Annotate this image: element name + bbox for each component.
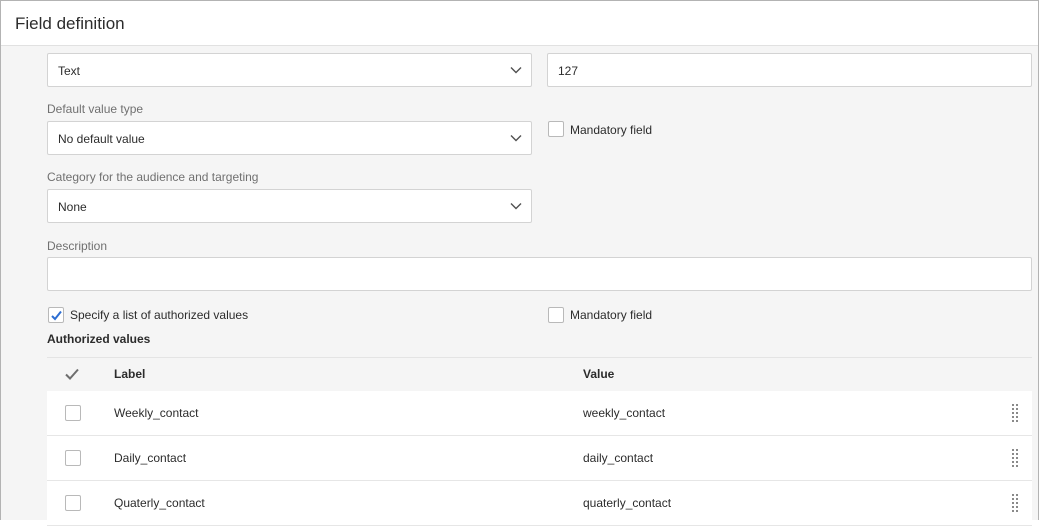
drag-handle-icon[interactable] (1012, 449, 1018, 467)
select-all-checkmark-icon[interactable] (64, 367, 80, 381)
checkmark-icon (51, 310, 62, 321)
chevron-down-icon (510, 67, 522, 74)
category-value: None (58, 200, 87, 214)
row-label: Quaterly_contact (114, 496, 205, 510)
data-type-select[interactable]: Text (47, 53, 532, 87)
row-label: Daily_contact (114, 451, 187, 465)
authorized-values-checkbox[interactable] (48, 307, 64, 323)
authorized-values-title: Authorized values (47, 332, 151, 346)
category-select[interactable]: None (47, 189, 532, 223)
authorized-values-checkbox-label: Specify a list of authorized values (70, 308, 249, 322)
dialog-title: Field definition (15, 14, 125, 33)
row-checkbox[interactable] (65, 450, 81, 466)
table-row[interactable]: Daily_contact daily_contact (47, 436, 1032, 481)
dialog-header: Field definition (1, 1, 1038, 46)
description-label: Description (47, 239, 108, 253)
row-label: Weekly_contact (114, 406, 199, 420)
length-input[interactable]: 127 (547, 53, 1032, 87)
mandatory-field-checkbox[interactable] (548, 121, 564, 137)
mandatory-field-label-2: Mandatory field (570, 308, 653, 322)
row-value: quaterly_contact (583, 496, 672, 510)
row-checkbox[interactable] (65, 405, 81, 421)
default-value-type-select[interactable]: No default value (47, 121, 532, 155)
row-checkbox[interactable] (65, 495, 81, 511)
row-value: daily_contact (583, 451, 654, 465)
row-value: weekly_contact (583, 406, 666, 420)
category-label: Category for the audience and targeting (47, 170, 259, 184)
authorized-values-table: Label Value Weekly_contact weekly_contac… (47, 357, 1032, 526)
chevron-down-icon (510, 203, 522, 210)
drag-handle-icon[interactable] (1012, 494, 1018, 512)
default-value-type-label: Default value type (47, 102, 144, 116)
default-value-type-value: No default value (58, 132, 145, 146)
table-row[interactable]: Quaterly_contact quaterly_contact (47, 481, 1032, 526)
table-header: Label Value (47, 358, 1032, 390)
drag-handle-icon[interactable] (1012, 404, 1018, 422)
chevron-down-icon (510, 135, 522, 142)
column-header-value[interactable]: Value (583, 367, 614, 381)
column-header-label[interactable]: Label (114, 367, 145, 381)
mandatory-field-label: Mandatory field (570, 123, 653, 137)
length-value: 127 (558, 64, 579, 78)
data-type-value: Text (58, 64, 81, 78)
description-input[interactable] (47, 257, 1032, 291)
mandatory-field-checkbox-2[interactable] (548, 307, 564, 323)
field-definition-dialog: Field definition Text 127 Default value … (0, 0, 1039, 526)
table-row[interactable]: Weekly_contact weekly_contact (47, 391, 1032, 436)
